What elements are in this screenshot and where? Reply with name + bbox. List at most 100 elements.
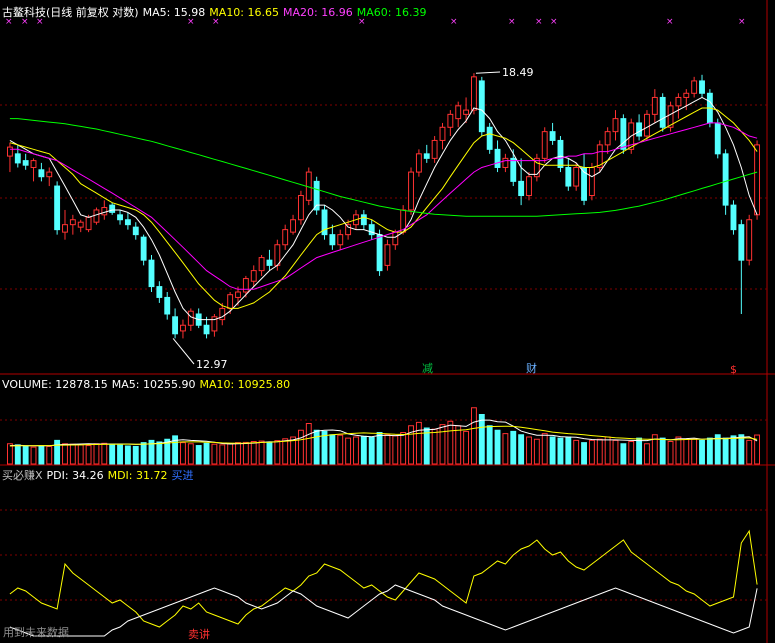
candle-body [266,259,273,266]
volume-bar [730,435,737,465]
volume-bar [604,436,611,465]
candle-body [156,286,163,298]
volume-bar [195,445,202,465]
volume-bar [699,439,705,465]
candle-body [588,166,595,197]
candle-body [250,270,257,282]
indicator-panel [9,529,758,637]
event-marker-jian[interactable]: 减 [422,362,433,375]
candle-body [675,96,682,107]
candle-body [172,316,179,335]
volume-bar [376,432,383,465]
chart-canvas[interactable]: × × × × × × × × × × × × 18.49 12.97 减 财 $ 卖讲 用到未来数据 [0,0,775,643]
volume-bar [187,443,194,465]
candle-body [22,160,29,166]
volume-bar [392,435,399,465]
volume-bar [526,436,532,465]
volume-bar [46,445,53,465]
candle-body [722,153,729,206]
candle-body [30,160,37,168]
candle-body [69,219,76,226]
volume-bar [706,437,713,465]
volume-bar [557,437,564,465]
volume-bar [738,434,745,465]
volume-bar [533,438,540,465]
volume-bar [22,445,29,465]
volume-bar [463,430,470,465]
candle-body [604,131,611,146]
volume-bar [360,435,367,465]
signal-marker: × [666,17,674,27]
volume-bar [117,444,123,465]
volume-bar [596,438,603,465]
volume-bar [565,436,572,465]
volume-bar [620,443,627,465]
volume-bar [486,425,493,465]
volume-bar [62,443,68,465]
candle-body [345,224,352,236]
candle-body [187,310,194,326]
volume-bar [368,436,375,465]
sell-signal-label: 卖讲 [188,627,210,641]
volume-bar [581,442,587,465]
volume-bar [455,425,462,465]
candle-body [227,294,234,309]
panel-frames [0,0,775,643]
candle-body [274,244,281,266]
candle-body [297,195,304,221]
signal-marker: × [450,17,458,27]
volume-bar [203,442,210,465]
candle-body [659,96,666,128]
volume-bar [510,430,517,465]
candle-body [541,131,548,159]
low-price-label: 12.97 [196,358,228,371]
volume-bar [250,441,257,465]
volume-bar [675,436,682,465]
candle-body [714,122,721,155]
candle-body [447,113,454,128]
signal-marker: × [508,17,516,27]
candle-body [612,118,619,133]
event-marker-cai[interactable]: 财 [526,361,537,375]
ma-line-ma10 [9,107,758,309]
candle-body [471,76,477,111]
volume-bar [69,443,76,465]
candle-body [148,259,155,288]
signal-marker: × [5,17,13,27]
volume-bar [132,445,139,465]
candle-body [93,209,100,223]
candle-body [384,244,391,266]
volume-bar [337,434,344,465]
volume-bar [85,445,92,465]
candle-body [431,139,438,159]
candle-body [376,234,383,272]
volume-bar [77,444,84,465]
indicator-line-mdi [9,584,758,637]
candle-body [691,80,698,94]
volume-bar [235,442,241,465]
volume-panel [6,407,761,465]
volume-ma-line-ma5 [9,419,758,447]
candle-body [54,185,61,231]
candle-body [14,153,21,164]
candle-body [494,148,501,168]
volume-bar [274,440,281,465]
candle-body [203,324,210,335]
candle-body [392,231,399,246]
candle-body [109,204,116,213]
volume-bar [93,443,100,465]
candle-body [77,221,84,228]
signal-marker: × [550,17,558,27]
signal-marker: × [187,17,195,27]
volume-bar [124,445,131,465]
event-marker-dollar[interactable]: $ [730,363,737,376]
candle-body [132,226,139,236]
volume-bar [14,444,21,465]
volume-bar [541,433,548,465]
volume-bar [258,440,265,465]
volume-bar [494,429,501,465]
volume-bar [691,438,698,465]
candle-body [636,122,643,137]
candle-body [455,105,462,120]
candle-body [408,171,414,211]
